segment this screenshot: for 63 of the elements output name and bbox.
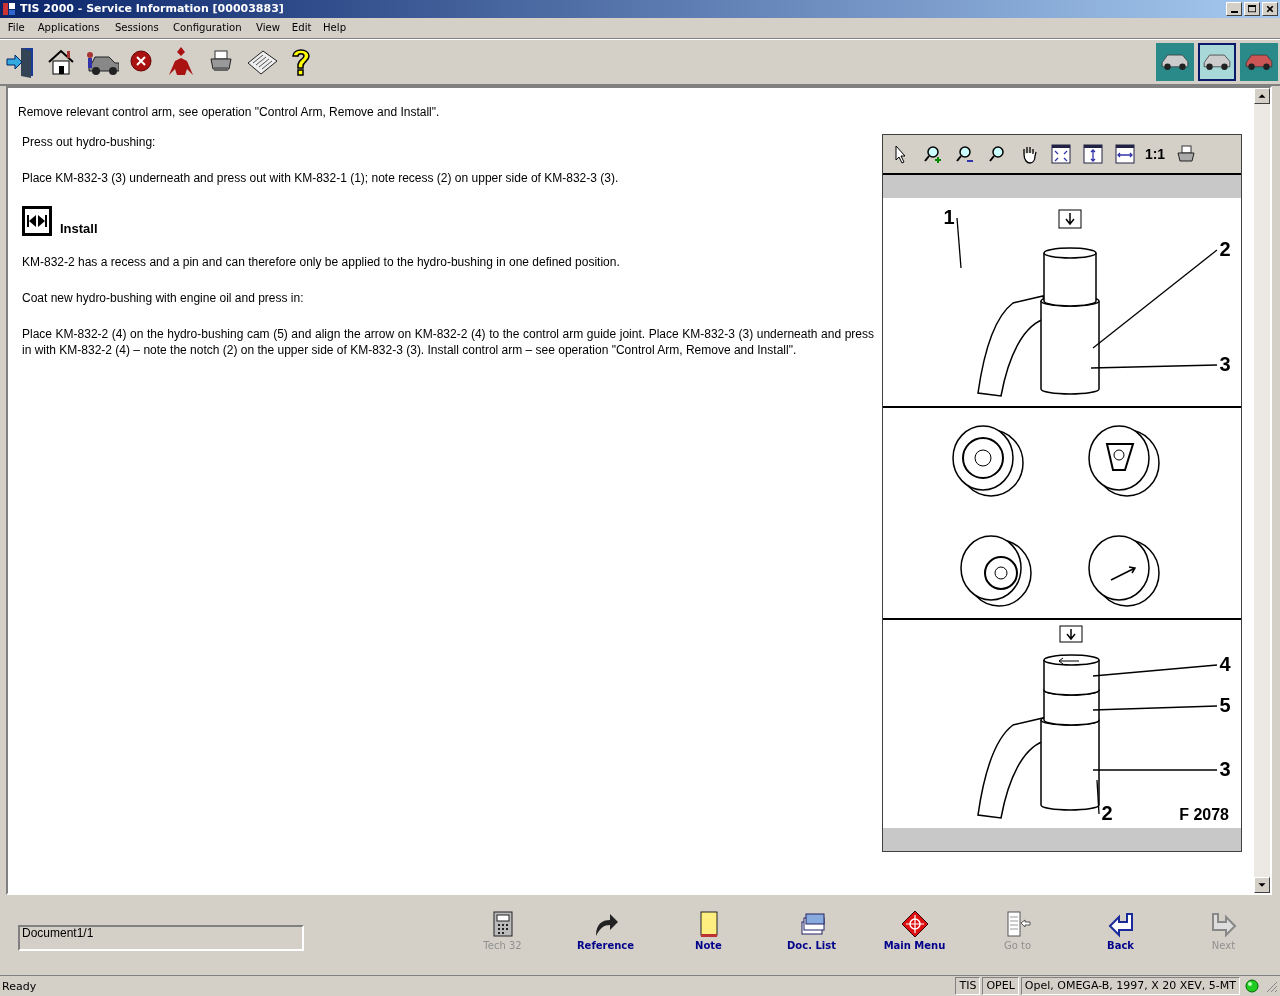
- menu-item[interactable]: Sessions: [109, 21, 163, 35]
- car-icon: [1203, 53, 1231, 70]
- window-title: TIS 2000 - Service Information [00003883]: [20, 2, 285, 16]
- vehicle-view-button[interactable]: [1240, 42, 1278, 81]
- maximize-button[interactable]: [1244, 2, 1260, 16]
- status-light-icon: [1244, 978, 1260, 994]
- status-pane: Opel, OMEGA-B, 1997, X 20 XEV, 5-MT: [1020, 977, 1240, 995]
- minimize-button[interactable]: [1226, 2, 1242, 16]
- instruction-text: Place KM-832-2 (4) on the hydro-bushing cam (5) and align the arrow on KM-832-2 (4) to the control arm guide joint. Place KM-832-3 (3) underneath and press in with KM-832-2 (4) – note the notch (2) on the upper side of KM-832-3 (3). Install control arm – see operation "Control Arm, Remove and Install".: [22, 325, 874, 358]
- callout-number: 1: [943, 205, 955, 228]
- close-icon: [1264, 3, 1276, 15]
- instruction-text: Place KM-832-3 (3) underneath and press out with KM-832-1 (1); note recess (2) on upper side of KM-832-3 (3).: [22, 169, 620, 186]
- status-pane: TIS: [955, 977, 981, 995]
- callout-number: 5: [1219, 693, 1231, 716]
- instruction-text: Coat new hydro-bushing with engine oil and press in:: [22, 289, 305, 306]
- vertical-scrollbar[interactable]: [1254, 87, 1270, 894]
- diamond-crosshair-icon: [900, 910, 929, 939]
- forward-arrow-icon: [1209, 910, 1238, 939]
- actual-size-button[interactable]: 1:1: [1143, 139, 1167, 168]
- menu-item[interactable]: Help: [318, 21, 352, 35]
- callout-number: 2: [1219, 237, 1231, 260]
- maximize-icon: [1246, 3, 1258, 15]
- callout-number: 3: [1219, 352, 1231, 375]
- callout-number: 3: [1219, 757, 1231, 780]
- status-pane: OPEL: [982, 977, 1019, 995]
- fit-page-icon: [1051, 143, 1071, 164]
- printer-icon: [1175, 143, 1195, 164]
- zoom-in-icon: [923, 143, 943, 164]
- magnifier-icon: [987, 143, 1007, 164]
- fit-height-icon: [1083, 143, 1103, 164]
- nav-button[interactable]: Reference: [554, 910, 657, 961]
- menu-item[interactable]: Edit: [287, 21, 317, 35]
- nav-button[interactable]: Doc. List: [760, 910, 863, 961]
- install-arrows-icon: [22, 205, 52, 236]
- nav-button[interactable]: Back: [1069, 910, 1172, 961]
- fit-width-icon: [1115, 143, 1135, 164]
- menu-item[interactable]: Applications: [33, 21, 105, 35]
- menu-item[interactable]: File: [3, 21, 30, 35]
- car-icon: [1245, 53, 1273, 70]
- instruction-text: Remove relevant control arm, see operation "Control Arm, Remove and Install".: [18, 104, 441, 120]
- callout-number: 4: [1219, 652, 1231, 675]
- menu-item[interactable]: Configuration: [168, 21, 247, 35]
- callout-number: 2: [1101, 801, 1113, 824]
- leader-line: [1096, 779, 1100, 815]
- app-icon: [2, 2, 16, 16]
- nav-button[interactable]: Main Menu: [863, 910, 966, 961]
- leader-line: [956, 217, 962, 269]
- back-arrow-icon: [1106, 910, 1135, 939]
- instruction-text: Press out hydro-bushing:: [22, 133, 157, 150]
- section-heading: Install: [60, 220, 98, 236]
- vehicle-view-button[interactable]: [1198, 42, 1236, 81]
- resize-grip-icon: [1264, 979, 1278, 993]
- status-text: Ready: [2, 979, 38, 993]
- nav-button[interactable]: Note: [657, 910, 760, 961]
- document-field[interactable]: Document1/1: [18, 925, 304, 952]
- vehicle-view-button[interactable]: [1156, 42, 1194, 81]
- figure-code: F 2078: [1179, 805, 1229, 823]
- minimize-icon: [1230, 11, 1238, 13]
- instruction-text: KM-832-2 has a recess and a pin and can therefore only be applied to the hydro-bushing in one defined position.: [22, 253, 621, 270]
- zoom-out-icon: [955, 143, 975, 164]
- close-button[interactable]: [1262, 2, 1278, 16]
- car-icon: [1161, 53, 1189, 70]
- menu-item[interactable]: View: [251, 21, 285, 35]
